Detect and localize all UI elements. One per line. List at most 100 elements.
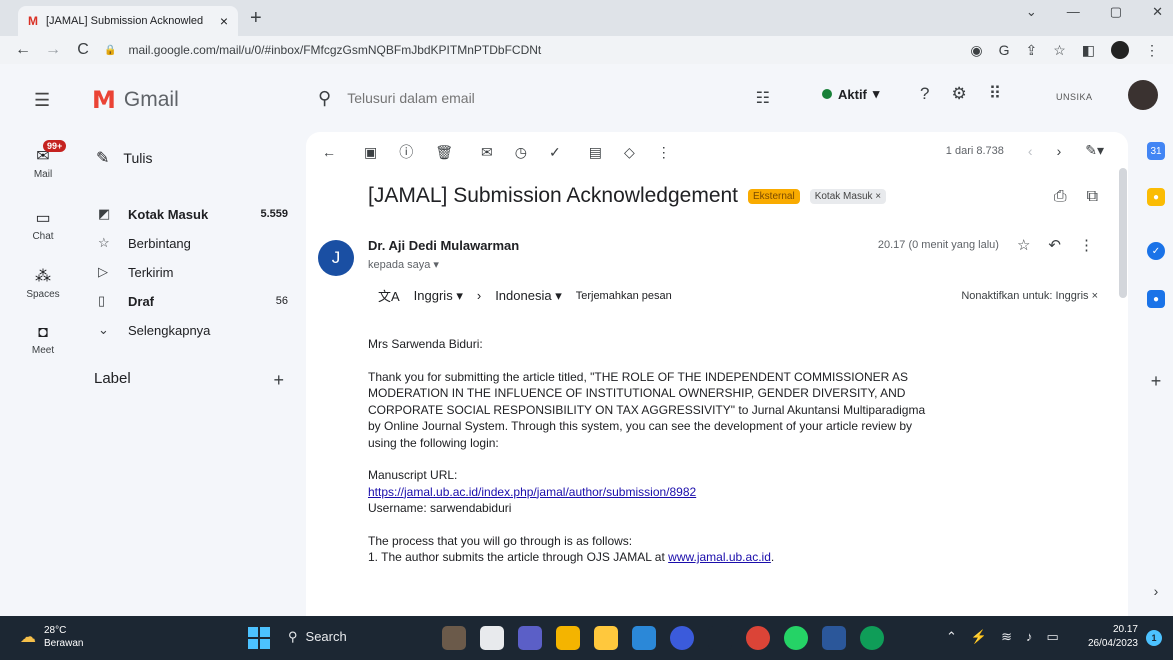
side-panel-icon[interactable]: ◧ [1082, 42, 1095, 59]
search-options-icon[interactable]: ☷ [756, 88, 770, 108]
delete-icon[interactable]: 🗑 [435, 144, 453, 161]
lock-icon[interactable]: 🔒 [104, 45, 116, 56]
back-to-inbox-icon[interactable]: ← [322, 144, 336, 160]
sender-name[interactable]: Dr. Aji Dedi Mulawarman [368, 238, 519, 253]
back-icon[interactable]: ← [14, 41, 32, 59]
source-language-select[interactable]: Inggris ▾ [414, 288, 463, 304]
expand-panel-icon[interactable]: › [1147, 582, 1165, 600]
taskbar-clock[interactable]: 20.17 26/04/2023 [1072, 623, 1138, 651]
teams-chat-icon[interactable] [518, 626, 542, 650]
more-icon[interactable]: ⋮ [1079, 236, 1094, 254]
account-avatar[interactable] [1128, 80, 1158, 110]
forward-icon[interactable]: → [44, 41, 62, 59]
sidebar-item-count: 56 [275, 295, 288, 307]
sidebar-item-drafts[interactable]: ▯ Draf 56 [98, 293, 288, 309]
bookmark-star-icon[interactable]: ☆ [1053, 42, 1066, 59]
add-task-icon[interactable]: ✓ [549, 144, 561, 161]
main-menu-icon[interactable]: ☰ [34, 90, 50, 111]
maximize-icon[interactable]: ▢ [1110, 4, 1122, 20]
url-field[interactable]: mail.google.com/mail/u/0/#inbox/FMfcgzGs… [128, 43, 958, 57]
reply-icon[interactable]: ↶ [1048, 236, 1061, 254]
subject-actions: ⎙ ⧉ [1054, 188, 1098, 206]
calendar-icon[interactable]: 31 [1147, 142, 1165, 160]
word-icon[interactable] [822, 626, 846, 650]
mark-unread-icon[interactable]: ✉ [481, 144, 493, 161]
sidebar-item-starred[interactable]: ☆ Berbintang [98, 235, 288, 251]
whatsapp-icon[interactable] [784, 626, 808, 650]
browser-menu-icon[interactable]: ⋮ [1145, 42, 1159, 59]
search-input[interactable] [347, 90, 740, 106]
widget-app-icon[interactable] [442, 626, 466, 650]
jamal-link[interactable]: www.jamal.ub.ac.id [668, 550, 771, 564]
wifi-icon[interactable]: ≋ [1001, 629, 1012, 645]
eye-icon[interactable]: ◉ [970, 42, 982, 59]
share-icon[interactable]: ⇪ [1025, 42, 1037, 59]
store-icon[interactable] [632, 626, 656, 650]
rail-item-chat[interactable]: ▭ Chat [0, 208, 86, 242]
star-icon[interactable]: ☆ [1017, 236, 1030, 254]
report-spam-icon[interactable]: ⓘ [399, 142, 413, 162]
compose-button[interactable]: ✎ Tulis [96, 148, 152, 168]
archive-icon[interactable]: ▣ [364, 144, 377, 161]
add-label-icon[interactable]: + [273, 370, 284, 391]
open-new-window-icon[interactable]: ⧉ [1087, 188, 1098, 206]
more-options-icon[interactable]: ⋮ [657, 144, 671, 161]
volume-icon[interactable]: ♪ [1026, 629, 1033, 645]
browser-profile-avatar[interactable] [1111, 41, 1129, 59]
inbox-label-chip[interactable]: Kotak Masuk × [809, 188, 887, 204]
rail-item-spaces[interactable]: ⁂ Spaces [0, 266, 86, 300]
chevron-up-icon[interactable]: ⌃ [946, 629, 957, 645]
disable-translation-link[interactable]: Nonaktifkan untuk: Inggris × [961, 290, 1098, 302]
snooze-icon[interactable]: ◷ [515, 144, 527, 161]
manuscript-link[interactable]: https://jamal.ub.ac.id/index.php/jamal/a… [368, 485, 696, 499]
network-icon[interactable]: ⚡ [971, 629, 987, 645]
input-tools-icon[interactable]: ✎▾ [1085, 142, 1104, 159]
tasks-icon[interactable]: ✓ [1147, 242, 1165, 260]
organization-logo[interactable]: UNSIKA [1056, 92, 1093, 102]
weather-widget[interactable]: ☁ 28°C Berawan [20, 624, 83, 650]
tab-close-icon[interactable]: × [220, 13, 228, 29]
new-tab-icon[interactable]: + [250, 7, 262, 30]
sidebar-item-more[interactable]: ⌄ Selengkapnya [98, 322, 288, 338]
minimize-icon[interactable]: — [1067, 4, 1080, 20]
sender-avatar[interactable]: J [318, 240, 354, 276]
translate-message-link[interactable]: Terjemahkan pesan [576, 290, 672, 302]
search-icon[interactable]: ⚲ [318, 88, 331, 109]
chrome-alt-icon[interactable] [860, 626, 884, 650]
recipient-details[interactable]: kepada saya ▾ [368, 258, 439, 271]
apps-grid-icon[interactable]: ⠿ [989, 84, 1001, 104]
windows-start-icon[interactable] [248, 627, 270, 649]
chrome-profile-icon[interactable] [746, 626, 770, 650]
label-icon[interactable]: ◇ [624, 144, 635, 161]
target-language-select[interactable]: Indonesia ▾ [495, 288, 562, 304]
contacts-icon[interactable]: ● [1147, 290, 1165, 308]
status-selector[interactable]: Aktif ▾ [822, 86, 879, 102]
app-icon[interactable] [708, 626, 732, 650]
tab-search-icon[interactable]: ⌄ [1026, 4, 1037, 20]
task-view-icon[interactable] [480, 626, 504, 650]
gmail-logo[interactable]: M Gmail [92, 86, 179, 114]
rail-item-meet[interactable]: ◘ Meet [0, 324, 86, 356]
newer-icon[interactable]: ‹ [1028, 143, 1033, 159]
browser-tab[interactable]: M [JAMAL] Submission Acknowled × [18, 6, 238, 36]
window-close-icon[interactable]: ✕ [1152, 4, 1163, 20]
battery-icon[interactable]: ▭ [1047, 629, 1059, 645]
taskbar-search[interactable]: ⚲ Search [288, 629, 347, 645]
notification-badge[interactable]: 1 [1146, 630, 1162, 646]
google-icon[interactable]: G [999, 42, 1010, 58]
move-to-icon[interactable]: ▤ [589, 144, 602, 161]
add-addon-icon[interactable]: + [1147, 371, 1165, 391]
settings-gear-icon[interactable]: ⚙ [951, 84, 966, 104]
chrome-icon[interactable] [556, 626, 580, 650]
sidebar-item-inbox[interactable]: ◩ Kotak Masuk 5.559 [98, 206, 288, 222]
print-icon[interactable]: ⎙ [1054, 188, 1067, 206]
reload-icon[interactable]: C [74, 41, 92, 59]
sidebar-item-sent[interactable]: ▷ Terkirim [98, 264, 288, 280]
rail-item-mail[interactable]: ✉ Mail [0, 146, 86, 180]
older-icon[interactable]: › [1057, 143, 1062, 159]
zoom-icon[interactable] [670, 626, 694, 650]
message-scrollbar[interactable] [1119, 168, 1127, 298]
file-explorer-icon[interactable] [594, 626, 618, 650]
keep-icon[interactable]: ● [1147, 188, 1165, 206]
help-icon[interactable]: ? [920, 84, 929, 104]
